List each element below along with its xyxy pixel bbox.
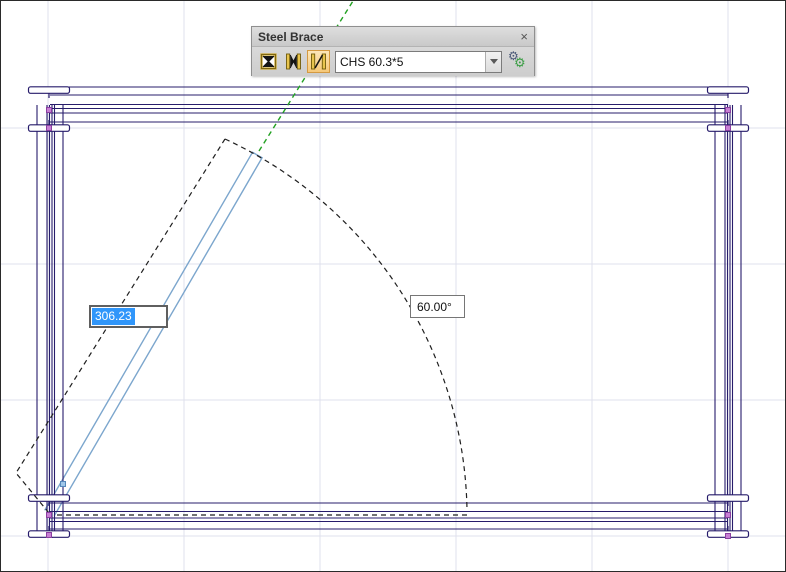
angle-arc [225,139,467,510]
chevron-down-icon[interactable] [485,52,501,72]
single-diagonal-brace-icon [310,53,327,70]
brace-type-single-button[interactable] [307,50,330,73]
angle-readout-value: 60.00° [417,300,452,314]
profile-select[interactable]: CHS 60.3*5 [335,51,502,73]
top-beam[interactable] [50,87,728,122]
length-input-value[interactable]: 306.23 [92,308,135,325]
palette-titlebar[interactable]: Steel Brace × [252,27,534,47]
x-brace-icon [260,53,277,70]
length-input[interactable]: 306.23 [89,305,168,328]
steel-brace-palette: Steel Brace × [251,26,535,76]
cad-application-window: 306.23 60.00° Steel Brace × [0,0,786,572]
steel-brace-preview[interactable] [45,152,262,515]
bottom-beam[interactable] [50,503,728,529]
v-brace-icon [285,53,302,70]
palette-body: CHS 60.3*5 ⚙ ⚙ [252,47,534,76]
brace-snap-grip[interactable] [61,482,66,487]
construction-geometry [16,139,471,515]
gear-front-icon: ⚙ [514,55,526,71]
drawing-canvas[interactable] [1,1,786,572]
settings-gears-icon[interactable]: ⚙ ⚙ [507,51,529,73]
left-column[interactable] [37,105,63,538]
brace-type-x-button[interactable] [257,50,280,73]
close-icon[interactable]: × [520,30,528,43]
angle-readout: 60.00° [410,295,465,318]
profile-selected-value: CHS 60.3*5 [336,55,485,69]
brace-type-v-button[interactable] [282,50,305,73]
right-column[interactable] [715,105,741,538]
palette-title: Steel Brace [258,30,323,44]
